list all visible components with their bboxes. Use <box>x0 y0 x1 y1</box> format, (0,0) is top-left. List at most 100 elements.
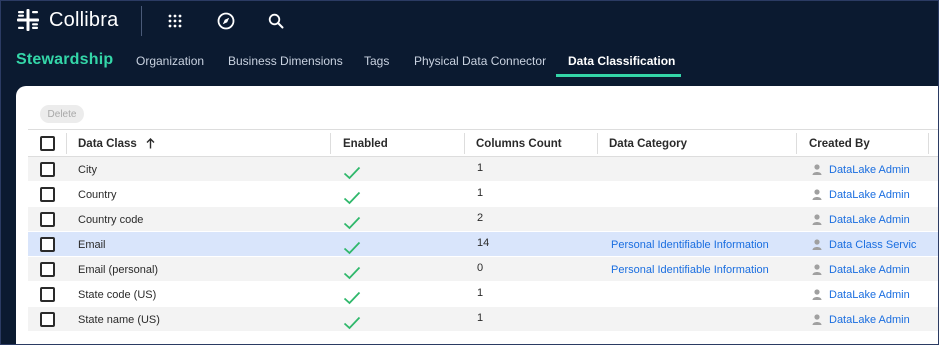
column-header-data-class[interactable]: Data Class <box>78 130 155 157</box>
table-body: City 1 DataLake Admin Country 1 DataLake Admi… <box>28 157 938 335</box>
table-header: Data Class Enabled Columns Count Data Ca… <box>28 129 938 157</box>
tab-physical-data-connector[interactable]: Physical Data Connector <box>414 54 546 68</box>
columns-count-cell: 2 <box>477 211 484 224</box>
sort-ascending-icon <box>146 138 155 149</box>
data-class-cell[interactable]: Email <box>78 232 318 257</box>
row-checkbox[interactable] <box>40 212 55 227</box>
topbar-divider <box>141 6 142 36</box>
column-separator <box>597 133 598 154</box>
created-by-link[interactable]: DataLake Admin <box>829 289 910 301</box>
created-by-cell[interactable]: DataLake Admin <box>812 257 928 282</box>
columns-count-cell: 14 <box>477 236 490 249</box>
user-icon <box>812 314 822 325</box>
table-row[interactable]: Email 14 Personal Identifiable Information… <box>28 232 938 257</box>
table-row[interactable]: State code (US) 1 DataLake Admin <box>28 282 938 307</box>
row-checkbox[interactable] <box>40 287 55 302</box>
user-icon <box>812 164 822 175</box>
top-bar: Collibra <box>1 1 938 41</box>
table-row[interactable]: City 1 DataLake Admin <box>28 157 938 182</box>
column-separator <box>796 133 797 154</box>
check-icon <box>343 241 361 254</box>
tab-data-classification[interactable]: Data Classification <box>568 54 675 68</box>
column-separator <box>330 133 331 154</box>
row-checkbox[interactable] <box>40 162 55 177</box>
created-by-cell[interactable]: DataLake Admin <box>812 307 928 332</box>
data-class-cell[interactable]: Country code <box>78 207 318 232</box>
row-checkbox[interactable] <box>40 312 55 327</box>
select-all-checkbox[interactable] <box>40 136 55 151</box>
row-checkbox[interactable] <box>40 262 55 277</box>
data-category-link[interactable] <box>611 207 791 232</box>
created-by-cell[interactable]: DataLake Admin <box>812 207 928 232</box>
table-row[interactable]: State name (US) 1 DataLake Admin <box>28 307 938 335</box>
created-by-link[interactable]: DataLake Admin <box>829 164 910 176</box>
columns-count-cell: 1 <box>477 161 484 174</box>
compass-icon[interactable] <box>215 10 237 32</box>
enabled-cell <box>343 310 383 335</box>
column-header-data-class-label: Data Class <box>78 137 137 150</box>
data-class-cell[interactable]: State code (US) <box>78 282 318 307</box>
table-row[interactable]: Country 1 DataLake Admin <box>28 182 938 207</box>
data-category-link[interactable] <box>611 157 791 182</box>
tab-tags[interactable]: Tags <box>364 54 389 68</box>
tab-business-dimensions[interactable]: Business Dimensions <box>228 54 343 68</box>
created-by-link[interactable]: DataLake Admin <box>829 314 910 326</box>
user-icon <box>812 214 822 225</box>
data-category-link[interactable]: Personal Identifiable Information <box>611 232 791 257</box>
table-row[interactable]: Country code 2 DataLake Admin <box>28 207 938 232</box>
search-icon[interactable] <box>265 10 287 32</box>
app-window: Collibra Stewardship Organization Busine… <box>0 0 939 345</box>
column-separator <box>66 133 67 154</box>
check-icon <box>343 166 361 179</box>
check-icon <box>343 216 361 229</box>
table-row[interactable]: Email (personal) 0 Personal Identifiable I… <box>28 257 938 282</box>
row-checkbox[interactable] <box>40 187 55 202</box>
columns-count-cell: 1 <box>477 286 484 299</box>
user-icon <box>812 289 822 300</box>
column-header-created-by[interactable]: Created By <box>809 130 870 157</box>
data-class-cell[interactable]: Email (personal) <box>78 257 318 282</box>
collibra-logo-icon <box>17 9 39 31</box>
columns-count-cell: 1 <box>477 311 484 324</box>
column-separator <box>928 133 929 154</box>
user-icon <box>812 239 822 250</box>
user-icon <box>812 264 822 275</box>
columns-count-cell: 0 <box>477 261 484 274</box>
data-category-link[interactable] <box>611 307 791 332</box>
check-icon <box>343 316 361 329</box>
created-by-cell[interactable]: DataLake Admin <box>812 282 928 307</box>
stewardship-nav: Stewardship Organization Business Dimens… <box>1 46 938 78</box>
column-header-columns-count[interactable]: Columns Count <box>476 130 562 157</box>
columns-count-cell: 1 <box>477 186 484 199</box>
created-by-link[interactable]: DataLake Admin <box>829 214 910 226</box>
nav-brand[interactable]: Stewardship <box>16 51 113 69</box>
row-checkbox[interactable] <box>40 237 55 252</box>
delete-button[interactable]: Delete <box>40 105 84 123</box>
data-class-cell[interactable]: City <box>78 157 318 182</box>
tab-organization[interactable]: Organization <box>136 54 204 68</box>
created-by-link[interactable]: Data Class Servic <box>829 239 916 251</box>
created-by-cell[interactable]: DataLake Admin <box>812 157 928 182</box>
active-tab-indicator <box>556 74 681 77</box>
app-name: Collibra <box>49 8 119 31</box>
data-classification-panel: Delete Data Class Enabled Columns Count … <box>16 86 938 344</box>
check-icon <box>343 291 361 304</box>
collibra-logo[interactable]: Collibra <box>16 8 118 32</box>
data-class-table: Data Class Enabled Columns Count Data Ca… <box>28 129 938 335</box>
created-by-link[interactable]: DataLake Admin <box>829 264 910 276</box>
data-class-cell[interactable]: Country <box>78 182 318 207</box>
column-header-data-category[interactable]: Data Category <box>609 130 687 157</box>
data-category-link[interactable] <box>611 182 791 207</box>
check-icon <box>343 191 361 204</box>
created-by-link[interactable]: DataLake Admin <box>829 189 910 201</box>
check-icon <box>343 266 361 279</box>
data-class-cell[interactable]: State name (US) <box>78 307 318 332</box>
user-icon <box>812 189 822 200</box>
created-by-cell[interactable]: DataLake Admin <box>812 182 928 207</box>
apps-grid-icon[interactable] <box>164 10 186 32</box>
column-header-enabled[interactable]: Enabled <box>343 130 388 157</box>
created-by-cell[interactable]: Data Class Servic <box>812 232 928 257</box>
data-category-link[interactable] <box>611 282 791 307</box>
column-separator <box>464 133 465 154</box>
data-category-link[interactable]: Personal Identifiable Information <box>611 257 791 282</box>
